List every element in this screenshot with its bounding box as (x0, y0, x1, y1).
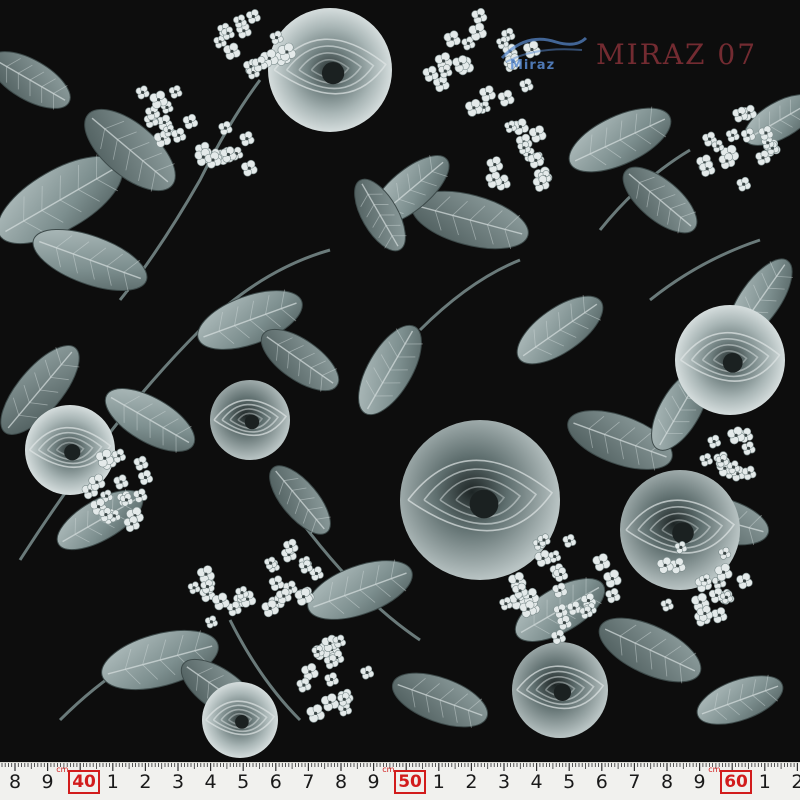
ruler-number: 1 (432, 771, 445, 793)
rose (512, 642, 608, 738)
rose (202, 682, 278, 758)
ruler-number: 4 (530, 771, 543, 793)
ruler-number: 1 (106, 771, 119, 793)
hydrangea-cluster (699, 426, 757, 482)
ruler-number: 3 (171, 771, 185, 793)
ruler-number: 60 (720, 770, 752, 794)
ruler-number: 8 (334, 771, 348, 793)
ruler-number: 7 (302, 771, 315, 793)
ruler-number: 6 (269, 771, 282, 793)
hydrangea-cluster (422, 8, 541, 117)
ruler-number: 8 (8, 771, 22, 793)
leaf (358, 324, 423, 416)
rose (268, 8, 392, 132)
ruler-number: 1 (758, 771, 771, 793)
leaf (269, 465, 331, 535)
ruler-number: 5 (563, 771, 576, 793)
ruler-number: 40 (68, 770, 100, 794)
ruler-number: 2 (465, 771, 478, 793)
hydrangea-cluster (194, 121, 258, 177)
ruler-number-box: 40 (68, 770, 100, 794)
leaf (391, 672, 489, 728)
rose (675, 305, 785, 415)
leaf (696, 674, 784, 725)
ruler-number: 3 (497, 771, 511, 793)
ruler-number: 4 (204, 771, 217, 793)
leaf (0, 51, 71, 110)
leaf (568, 106, 672, 173)
ruler-unit: cm (382, 765, 395, 774)
ruler-number: 8 (660, 771, 674, 793)
ruler-number: 2 (139, 771, 152, 793)
ruler-number: 5 (237, 771, 250, 793)
ruler-unit: cm (708, 765, 721, 774)
floral-fabric: Miraz MIRAZ 07 (0, 0, 800, 762)
rose (210, 380, 290, 460)
floral-pattern (0, 8, 800, 758)
hydrangea-cluster (296, 634, 375, 723)
leaf (307, 559, 413, 620)
ruler-number: 6 (595, 771, 608, 793)
ruler-number-box: 50 (394, 770, 426, 794)
stem (418, 258, 521, 332)
leaves (0, 51, 800, 728)
ruler-number: 2 (791, 771, 800, 793)
ruler-number: 50 (394, 770, 426, 794)
hydrangea-cluster (187, 565, 257, 629)
hydrangea-cluster (485, 118, 553, 192)
ruler-number-box: 60 (720, 770, 752, 794)
leaf (598, 617, 702, 684)
measuring-tape: 8 9 40 cm 1 2 3 4 5 6 7 8 9 50 cm 1 2 3 4 5 6 7 8 9 60 cm 1 2 (0, 762, 800, 800)
ruler-unit: cm (56, 765, 69, 774)
ruler-number: 7 (628, 771, 641, 793)
leaf (516, 294, 604, 365)
